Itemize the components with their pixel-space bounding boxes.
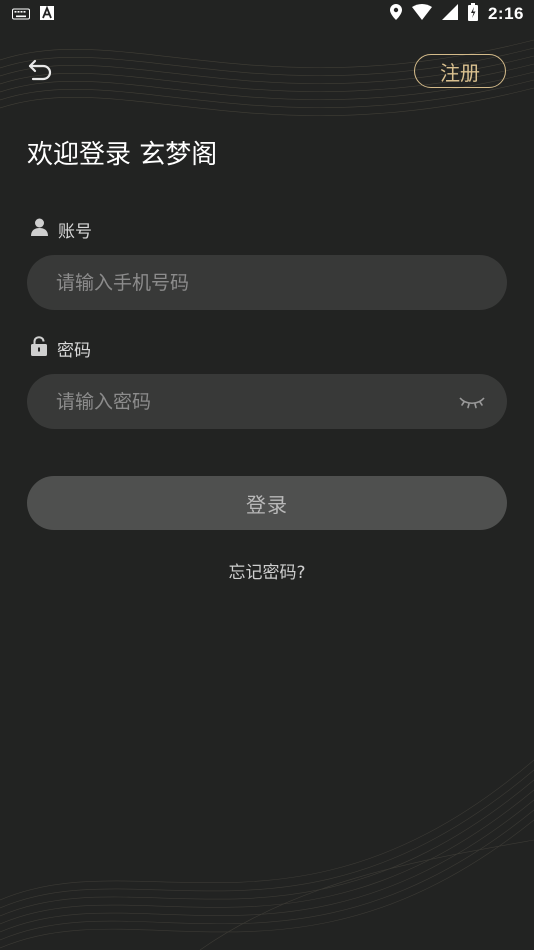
password-input[interactable] [54,389,457,414]
password-label: 密码 [31,336,91,361]
status-left [12,5,54,24]
status-bar: 2:16 [0,0,534,28]
eye-closed-icon[interactable] [457,390,487,414]
battery-icon [467,3,478,25]
back-arrow-icon [27,58,53,86]
account-label: 账号 [31,217,92,242]
password-input-container [27,374,507,429]
page-title: 欢迎登录 玄梦阁 [27,140,218,170]
password-label-text: 密码 [57,341,91,361]
text-a-icon [40,5,54,24]
wifi-icon [411,4,432,24]
account-label-text: 账号 [58,222,92,242]
back-button[interactable] [24,56,56,88]
signal-icon [441,4,458,24]
phone-input-container [27,255,507,310]
phone-input[interactable] [54,270,487,295]
status-right: 2:16 [389,3,524,25]
keyboard-icon [12,5,30,24]
lock-icon [31,336,47,361]
user-icon [31,218,48,241]
forgot-password-link[interactable]: 忘记密码? [0,558,534,583]
location-icon [389,4,402,24]
register-button[interactable]: 注册 [414,54,506,88]
login-button[interactable]: 登录 [27,476,507,530]
status-time: 2:16 [487,4,524,23]
